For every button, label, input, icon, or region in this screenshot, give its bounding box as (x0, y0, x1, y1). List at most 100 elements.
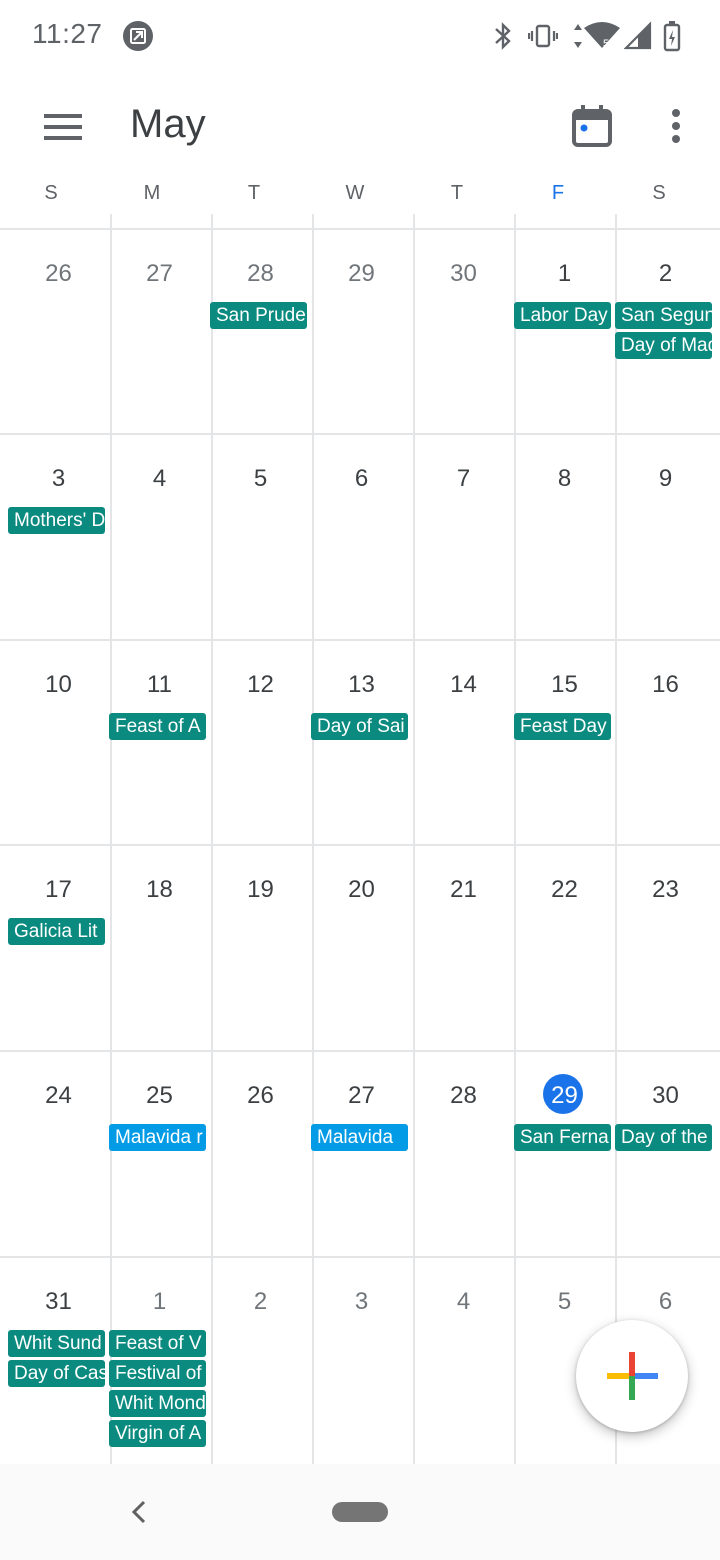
day-number: 8 (557, 465, 572, 492)
day-cell[interactable]: 15 Feast Day (514, 641, 615, 846)
day-cell[interactable]: 25 Malavida r (109, 1052, 210, 1257)
day-cell[interactable]: 7 (413, 435, 514, 640)
day-cell[interactable]: 28 (413, 1052, 514, 1257)
status-time: 11:27 (32, 18, 103, 49)
event-chip[interactable]: Feast of V (109, 1330, 206, 1357)
day-number: 14 (450, 671, 477, 698)
event-chip[interactable]: Feast Day (514, 713, 611, 740)
day-cell[interactable]: 21 (413, 846, 514, 1051)
day-number: 4 (152, 465, 167, 492)
event-chip[interactable]: Malavida r (109, 1124, 206, 1151)
weekday-label: W (345, 182, 365, 204)
event-chip[interactable]: Day of Madrid (615, 332, 712, 359)
event-chip[interactable]: Day of Cas (8, 1360, 105, 1387)
day-cell[interactable]: 16 (615, 641, 716, 846)
month-grid: 262728San Prudencio29301Labor Day2San Se… (0, 214, 720, 1464)
day-number: 1 (557, 260, 572, 287)
day-cell[interactable]: 6 (311, 435, 412, 640)
day-cell[interactable]: 27 Malavida (311, 1052, 412, 1257)
event-chip[interactable]: Whit Mond (109, 1390, 206, 1417)
day-cell[interactable]: 26 (8, 230, 109, 435)
event-chip[interactable]: Labor Day (514, 302, 611, 329)
day-number: 24 (45, 1082, 72, 1109)
day-number: 21 (450, 876, 477, 903)
day-cell[interactable]: 14 (413, 641, 514, 846)
day-cell[interactable]: 24 (8, 1052, 109, 1257)
event-chip[interactable]: Day of the (615, 1124, 712, 1151)
day-number: 30 (652, 1082, 679, 1109)
day-cell[interactable]: 1 Feast of V Festival of Whit Mond Virgin of… (109, 1258, 210, 1463)
day-cell[interactable]: 4 (413, 1258, 514, 1463)
day-cell[interactable]: 23 (615, 846, 716, 1051)
calendar-today-icon[interactable] (568, 102, 616, 150)
month-title[interactable]: May (130, 102, 206, 147)
weekday-label: T (450, 182, 464, 204)
day-cell[interactable]: 3 (311, 1258, 412, 1463)
day-number: 15 (551, 671, 578, 698)
day-cell[interactable]: 2 (210, 1258, 311, 1463)
day-number: 4 (456, 1288, 471, 1315)
day-cell[interactable]: 1 Labor Day (514, 230, 615, 435)
day-cell[interactable]: 10 (8, 641, 109, 846)
day-number: 20 (348, 876, 375, 903)
day-number: 16 (652, 671, 679, 698)
day-number: 9 (658, 465, 673, 492)
day-number: 19 (247, 876, 274, 903)
event-chip[interactable]: Feast of A (109, 713, 206, 740)
day-cell[interactable]: 20 (311, 846, 412, 1051)
day-cell[interactable]: 27 (109, 230, 210, 435)
day-cell[interactable]: 17 Galicia Lit (8, 846, 109, 1051)
day-cell[interactable]: 8 (514, 435, 615, 640)
day-cell[interactable]: 28 San Prudencio (210, 230, 311, 435)
day-number: 6 (354, 465, 369, 492)
event-chip[interactable]: San Segundo (615, 302, 712, 329)
day-cell[interactable]: 26 (210, 1052, 311, 1257)
add-event-button[interactable] (576, 1320, 688, 1432)
day-cell[interactable]: 22 (514, 846, 615, 1051)
day-number: 28 (450, 1082, 477, 1109)
event-chip[interactable]: Mothers' Day (8, 507, 105, 534)
day-number: 26 (45, 260, 72, 287)
day-cell[interactable]: 2 San Segundo Day of Madrid (615, 230, 716, 435)
system-nav-bar (0, 1464, 720, 1560)
day-cell[interactable]: 29 (311, 230, 412, 435)
day-number: 23 (652, 876, 679, 903)
day-cell[interactable]: 30 (413, 230, 514, 435)
day-number: 29 (348, 260, 375, 287)
more-vert-icon[interactable] (660, 104, 692, 148)
weekday-label: T (247, 182, 261, 204)
event-chip[interactable]: Whit Sund (8, 1330, 105, 1357)
day-number: 7 (456, 465, 471, 492)
event-chip[interactable]: San Ferna (514, 1124, 611, 1151)
day-number: 6 (658, 1288, 673, 1315)
event-chip[interactable]: Malavida (311, 1124, 408, 1151)
day-number: 11 (147, 671, 172, 698)
day-cell[interactable]: 11 Feast of A (109, 641, 210, 846)
day-cell[interactable]: 31 Whit Sund Day of Cas (8, 1258, 109, 1463)
day-number: 18 (146, 876, 173, 903)
day-cell[interactable]: 4 (109, 435, 210, 640)
day-cell[interactable]: 29 San Ferna (514, 1052, 615, 1257)
menu-icon[interactable] (36, 106, 92, 150)
day-number: 30 (450, 260, 477, 287)
day-cell[interactable]: 19 (210, 846, 311, 1051)
home-pill-icon[interactable] (332, 1502, 388, 1522)
day-number: 25 (146, 1082, 173, 1109)
day-cell[interactable]: 18 (109, 846, 210, 1051)
day-cell[interactable]: 12 (210, 641, 311, 846)
day-number: 31 (45, 1288, 72, 1315)
day-cell[interactable]: 9 (615, 435, 716, 640)
day-cell[interactable]: 13 Day of Sai (311, 641, 412, 846)
back-icon[interactable] (124, 1496, 156, 1528)
event-chip[interactable]: San Prudencio (210, 302, 307, 329)
event-chip[interactable]: Day of Sai (311, 713, 408, 740)
day-cell[interactable]: 5 (210, 435, 311, 640)
wifi-data-icon: 5 (574, 22, 620, 50)
event-chip[interactable]: Galicia Lit (8, 918, 105, 945)
event-chip[interactable]: Festival of (109, 1360, 206, 1387)
day-cell[interactable]: 3 Mothers' Day (8, 435, 109, 640)
day-cell[interactable]: 30 Day of the (615, 1052, 716, 1257)
app-bar: May (0, 72, 720, 182)
event-chip[interactable]: Virgin of A (109, 1420, 206, 1447)
day-number: 2 (658, 260, 673, 287)
